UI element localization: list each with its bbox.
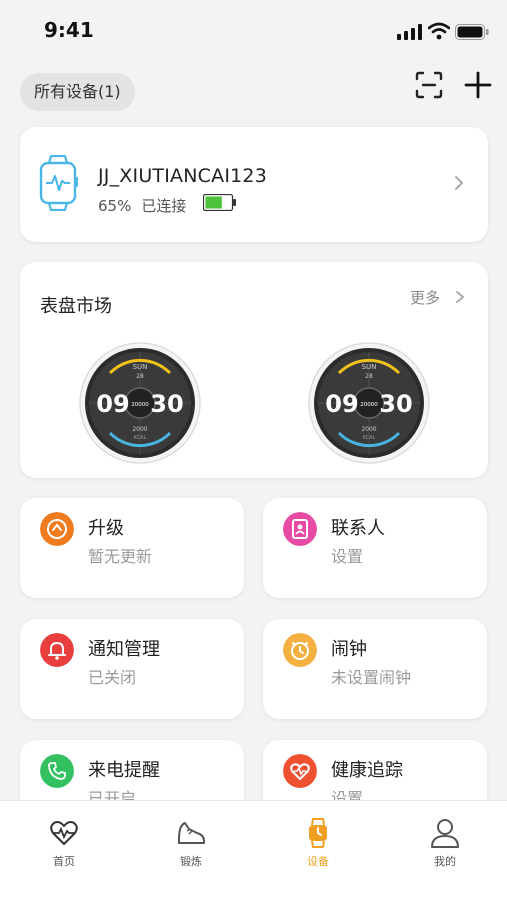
face-day: SUN <box>362 363 377 371</box>
face-steps: 20000 <box>360 402 378 408</box>
face-kcal-unit: KCAL <box>134 435 147 441</box>
tab-mine[interactable]: 我的 <box>415 817 475 877</box>
face-steps: 20000 <box>131 402 149 408</box>
wifi-icon <box>428 22 450 40</box>
tile-title: 升级 <box>88 518 124 539</box>
tile-title: 来电提醒 <box>88 760 160 781</box>
tile-title: 闹钟 <box>331 639 367 660</box>
health-icon <box>283 754 317 788</box>
person-icon <box>431 819 459 848</box>
watch-icon <box>309 818 327 848</box>
status-bar: 9:41 <box>0 0 507 62</box>
tab-home[interactable]: 首页 <box>34 817 94 877</box>
bell-icon <box>40 633 74 667</box>
shoe-icon <box>178 822 205 844</box>
alarm-icon <box>283 633 317 667</box>
status-time: 9:41 <box>44 18 94 42</box>
tab-device[interactable]: 设备 <box>288 817 348 877</box>
tile-title: 健康追踪 <box>331 760 403 781</box>
device-name: JJ_XIUTIANCAI123 <box>98 165 267 187</box>
face-hour: 09 <box>325 390 358 418</box>
tile-subtitle: 未设置闹钟 <box>331 668 412 687</box>
all-devices-chip[interactable]: 所有设备(1) <box>20 73 135 111</box>
face-kcal-unit: KCAL <box>363 435 376 441</box>
tab-label: 我的 <box>434 855 456 868</box>
connection-status: 已连接 <box>141 197 187 215</box>
tile-title: 联系人 <box>331 518 385 539</box>
smartwatch-icon <box>39 155 78 211</box>
add-device-icon[interactable] <box>463 70 493 100</box>
device-status: 65% 已连接 <box>98 195 196 216</box>
chevron-right-icon[interactable] <box>452 173 466 193</box>
face-day: SUN <box>133 363 148 371</box>
device-card[interactable]: JJ_XIUTIANCAI123 65% 已连接 <box>20 127 488 242</box>
chevron-right-icon[interactable] <box>454 289 466 305</box>
phone-icon <box>40 754 74 788</box>
watch-face-thumbnail[interactable]: SUN 28 09 30 20000 2000 KCAL <box>308 342 430 464</box>
battery-percent: 65% <box>98 197 132 215</box>
face-date: 28 <box>365 373 373 380</box>
upgrade-icon <box>40 512 74 546</box>
device-battery-icon <box>203 194 236 211</box>
cellular-signal-icon <box>397 24 422 40</box>
face-date: 28 <box>136 373 144 380</box>
face-kcal: 2000 <box>361 426 376 433</box>
battery-icon <box>455 24 489 40</box>
watch-face-thumbnail[interactable]: SUN 28 09 30 20000 2000 KCAL <box>79 342 201 464</box>
more-link[interactable]: 更多 <box>410 287 440 308</box>
scan-icon[interactable] <box>414 70 444 100</box>
tile-subtitle: 暂无更新 <box>88 547 153 566</box>
bottom-tab-bar: 首页 锻炼 设备 我的 <box>0 800 507 900</box>
tab-label: 锻炼 <box>180 855 202 868</box>
face-minute: 30 <box>150 390 183 418</box>
market-title: 表盘市场 <box>40 296 112 317</box>
watch-face-market-card: 表盘市场 更多 SUN 28 09 30 20000 2000 KCAL SUN… <box>20 262 488 478</box>
face-hour: 09 <box>96 390 129 418</box>
face-kcal: 2000 <box>132 426 147 433</box>
tile-subtitle: 已关闭 <box>88 668 137 687</box>
face-minute: 30 <box>379 390 412 418</box>
tab-workout[interactable]: 锻炼 <box>161 817 221 877</box>
tile-title: 通知管理 <box>88 639 160 660</box>
upgrade-tile[interactable]: 升级 暂无更新 <box>20 498 244 598</box>
tab-label: 设备 <box>307 855 329 868</box>
notification-tile[interactable]: 通知管理 已关闭 <box>20 619 244 719</box>
contacts-tile[interactable]: 联系人 设置 <box>263 498 487 598</box>
tile-subtitle: 设置 <box>331 547 364 566</box>
tab-label: 首页 <box>53 855 75 868</box>
heart-pulse-icon <box>50 821 78 845</box>
alarm-tile[interactable]: 闹钟 未设置闹钟 <box>263 619 487 719</box>
contacts-icon <box>283 512 317 546</box>
